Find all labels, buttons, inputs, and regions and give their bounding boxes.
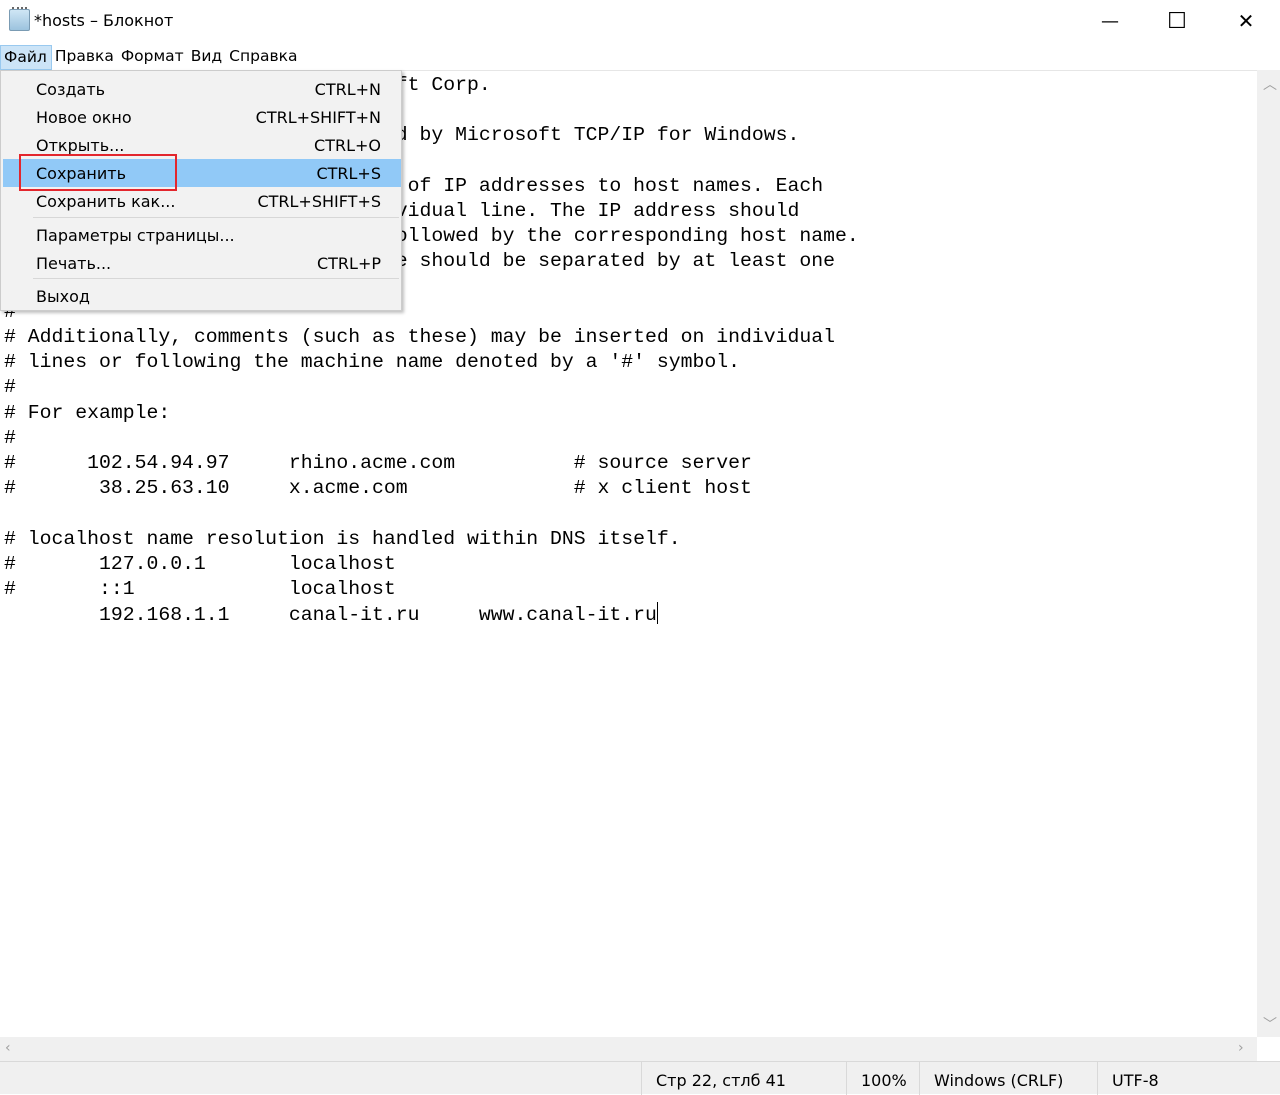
text-line[interactable]: # Additionally, comments (such as these)… xyxy=(4,325,859,350)
menu-separator xyxy=(33,217,399,218)
text-line[interactable]: # xyxy=(4,426,859,451)
menu-item-page-setup[interactable]: Параметры страницы... xyxy=(3,221,401,249)
text-line[interactable]: # xyxy=(4,375,859,400)
menu-view[interactable]: Вид xyxy=(188,45,226,70)
text-caret xyxy=(656,602,658,625)
notepad-icon xyxy=(9,7,30,31)
menu-format[interactable]: Формат xyxy=(118,45,188,70)
horizontal-scrollbar[interactable]: ‹ › xyxy=(0,1037,1257,1061)
menu-separator xyxy=(33,278,399,279)
scroll-up-icon[interactable]: ︿ xyxy=(1263,74,1277,94)
window-title: *hosts – Блокнот xyxy=(34,11,174,30)
menu-item-exit[interactable]: Выход xyxy=(3,282,401,310)
encoding: UTF-8 xyxy=(1097,1062,1159,1095)
scroll-down-icon[interactable]: ﹀ xyxy=(1263,1014,1277,1034)
menu-help[interactable]: Справка xyxy=(226,45,301,70)
zoom-level: 100% xyxy=(846,1062,907,1095)
text-line[interactable]: # For example: xyxy=(4,401,859,426)
text-line[interactable]: 192.168.1.1 canal-it.ru www.canal-it.ru xyxy=(4,602,859,628)
text-line[interactable]: # 38.25.63.10 x.acme.com # x client host xyxy=(4,476,859,501)
menu-file[interactable]: Файл xyxy=(0,45,52,70)
scroll-right-icon[interactable]: › xyxy=(1238,1040,1244,1056)
text-line[interactable]: # 127.0.0.1 localhost xyxy=(4,552,859,577)
menu-edit[interactable]: Правка xyxy=(52,45,118,70)
vertical-scrollbar[interactable]: ︿ ﹀ xyxy=(1257,70,1280,1037)
text-line[interactable]: # lines or following the machine name de… xyxy=(4,350,859,375)
text-line[interactable] xyxy=(4,501,859,526)
title-bar: *hosts – Блокнот — ☐ ✕ xyxy=(0,0,1280,44)
close-button[interactable]: ✕ xyxy=(1213,0,1279,42)
maximize-button[interactable]: ☐ xyxy=(1144,0,1210,42)
menu-item-print[interactable]: Печать... CTRL+P xyxy=(3,249,401,277)
menu-item-new[interactable]: Создать CTRL+N xyxy=(3,75,401,103)
text-line[interactable]: # ::1 localhost xyxy=(4,577,859,602)
text-line[interactable]: # 102.54.94.97 rhino.acme.com # source s… xyxy=(4,451,859,476)
scroll-left-icon[interactable]: ‹ xyxy=(5,1040,11,1056)
minimize-button[interactable]: — xyxy=(1077,0,1143,42)
menu-bar: Файл Правка Формат Вид Справка xyxy=(0,45,1280,70)
menu-item-new-window[interactable]: Новое окно CTRL+SHIFT+N xyxy=(3,103,401,131)
cursor-position: Стр 22, стлб 41 xyxy=(641,1062,786,1095)
text-line[interactable]: # localhost name resolution is handled w… xyxy=(4,527,859,552)
line-ending: Windows (CRLF) xyxy=(919,1062,1063,1095)
status-bar: Стр 22, стлб 41 100% Windows (CRLF) UTF-… xyxy=(0,1061,1280,1095)
menu-item-save-as[interactable]: Сохранить как... CTRL+SHIFT+S xyxy=(3,187,401,215)
highlight-annotation-box xyxy=(19,154,177,191)
